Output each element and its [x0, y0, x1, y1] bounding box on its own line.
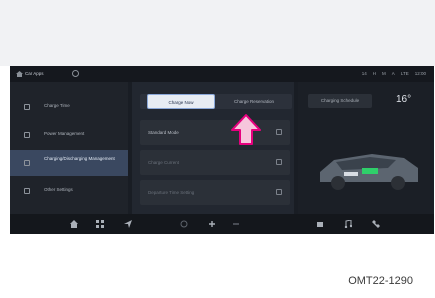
status-item: LTE [400, 71, 409, 76]
music-icon[interactable] [344, 220, 352, 228]
status-bar: Car Apps 14 H M A LTE 12:00 [10, 66, 434, 82]
sidebar-item-power-management[interactable]: Power Management [10, 122, 128, 148]
chevron-icon [276, 129, 282, 135]
right-panel: Charging Schedule 16° [298, 82, 434, 214]
sidebar: Charge Time Power Management Charging/Di… [10, 82, 128, 214]
phone-icon[interactable] [372, 220, 380, 228]
list-item-standard-mode[interactable]: Standard Mode [140, 120, 290, 145]
charge-icon [24, 104, 30, 110]
figure-code: OMT22-1290 [348, 275, 413, 287]
pointer-arrow-icon [231, 114, 261, 145]
chevron-icon [276, 189, 282, 195]
gear-icon[interactable] [72, 70, 79, 77]
temperature-unit: ° [407, 94, 412, 105]
settings-icon [24, 188, 30, 194]
power-icon [24, 132, 30, 138]
fan-icon[interactable] [180, 220, 188, 228]
seat-icon[interactable] [316, 220, 324, 228]
tab-charge-now[interactable]: Charge Now [147, 94, 215, 109]
sidebar-item-label: Charging/Discharging Management [44, 156, 115, 161]
sidebar-item-label: Power Management [44, 131, 85, 136]
main-panel: Charge Now Charge Reservation Standard M… [132, 82, 294, 214]
sidebar-item-label: Other Settings [44, 187, 73, 192]
tab-bar: Charge Now Charge Reservation [140, 94, 292, 109]
list-item-charge-current[interactable]: Charge Current [140, 150, 290, 175]
charging-schedule-button[interactable]: Charging Schedule [308, 94, 372, 108]
list-item-label: Departure Time Setting [148, 190, 195, 195]
status-title: Car Apps [25, 71, 44, 76]
dock [10, 214, 434, 234]
status-item: M [382, 71, 386, 76]
sidebar-item-charge-time[interactable]: Charge Time [10, 94, 128, 120]
vehicle-icon [320, 154, 418, 190]
home-icon[interactable] [16, 71, 23, 77]
sidebar-item-other-settings[interactable]: Other Settings [10, 178, 128, 204]
tab-charge-reservation[interactable]: Charge Reservation [222, 94, 286, 109]
top-band [0, 0, 435, 66]
status-item: 14 [361, 71, 367, 76]
chevron-icon [276, 159, 282, 165]
list-item-departure-time[interactable]: Departure Time Setting [140, 180, 290, 205]
status-right: 14 H M A LTE 12:00 [362, 71, 426, 76]
home-icon[interactable] [70, 220, 78, 228]
list-item-label: Standard Mode [148, 130, 179, 135]
infotainment-screen: Car Apps 14 H M A LTE 12:00 Charge Time … [10, 66, 434, 234]
temperature-readout: 16° [396, 94, 411, 105]
navigation-icon[interactable] [124, 220, 132, 228]
list-item-label: Charge Current [148, 160, 180, 165]
fan-speed-icon[interactable] [232, 220, 240, 228]
status-item: H [372, 71, 377, 76]
sidebar-item-label: Charge Time [44, 103, 70, 108]
climate-icon[interactable] [208, 220, 216, 228]
status-item: A [391, 71, 395, 76]
page: Car Apps 14 H M A LTE 12:00 Charge Time … [0, 0, 435, 298]
plug-icon [24, 160, 30, 166]
sidebar-item-charging-discharging[interactable]: Charging/Discharging Management [10, 150, 128, 176]
temperature-value: 16 [396, 94, 408, 105]
apps-icon[interactable] [96, 220, 104, 228]
status-item: 12:00 [414, 71, 426, 76]
